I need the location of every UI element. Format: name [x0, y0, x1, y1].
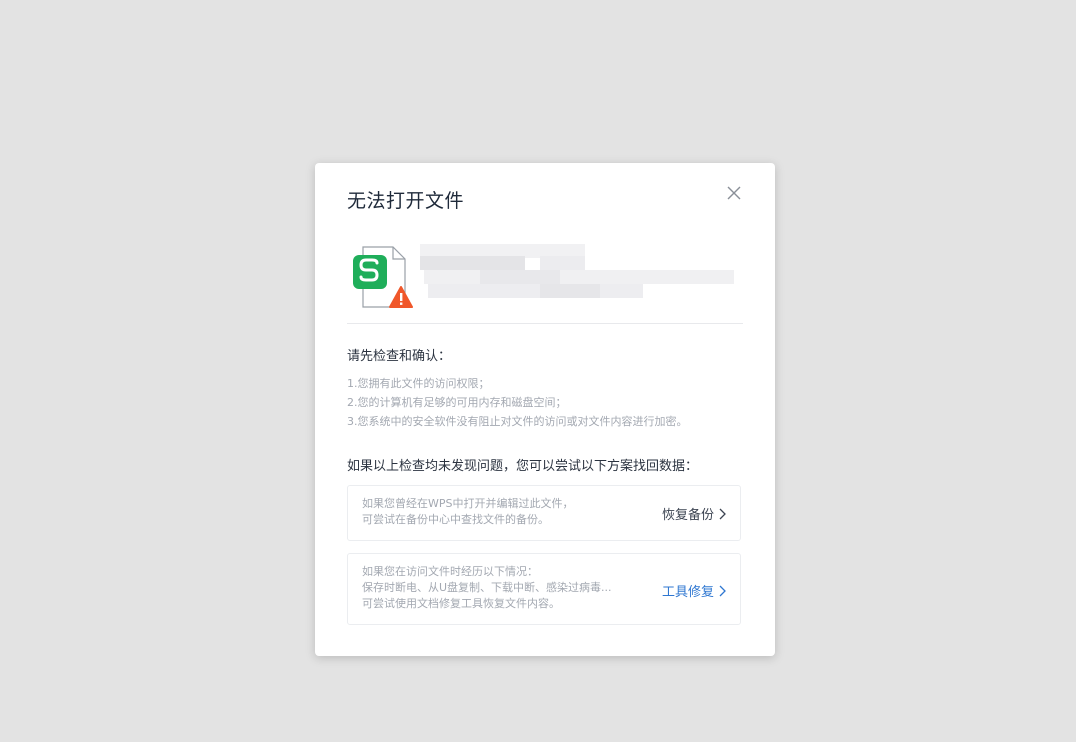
check-list: 1.您拥有此文件的访问权限； 2.您的计算机有足够的可用内存和磁盘空间； 3.您…: [347, 374, 688, 431]
check-item: 1.您拥有此文件的访问权限；: [347, 377, 490, 390]
backup-restore-card: 如果您曾经在WPS中打开并编辑过此文件， 可尝试在备份中心中查找文件的备份。 恢…: [347, 485, 741, 541]
repair-line: 保存时断电、从U盘复制、下载中断、感染过病毒...: [362, 581, 612, 594]
wps-spreadsheet-warning-icon: [351, 245, 413, 311]
backup-description: 如果您曾经在WPS中打开并编辑过此文件， 可尝试在备份中心中查找文件的备份。: [362, 496, 574, 528]
repair-line: 可尝试使用文档修复工具恢复文件内容。: [362, 597, 560, 610]
repair-description: 如果您在访问文件时经历以下情况： 保存时断电、从U盘复制、下载中断、感染过病毒.…: [362, 564, 612, 612]
chevron-right-icon: [719, 585, 726, 596]
tool-repair-label: 工具修复: [661, 585, 714, 600]
chevron-right-icon: [719, 508, 726, 519]
repair-line: 如果您在访问文件时经历以下情况：: [362, 565, 538, 578]
check-item: 2.您的计算机有足够的可用内存和磁盘空间；: [347, 396, 567, 409]
restore-backup-button[interactable]: 恢复备份: [662, 504, 726, 523]
tool-repair-card: 如果您在访问文件时经历以下情况： 保存时断电、从U盘复制、下载中断、感染过病毒.…: [347, 553, 741, 625]
backup-line: 可尝试在备份中心中查找文件的备份。: [362, 513, 549, 526]
check-heading: 请先检查和确认：: [347, 349, 452, 364]
restore-backup-label: 恢复备份: [661, 508, 714, 523]
check-item: 3.您系统中的安全软件没有阻止对文件的访问或对文件内容进行加密。: [347, 415, 688, 428]
blurred-file-path: [420, 244, 740, 304]
backup-line: 如果您曾经在WPS中打开并编辑过此文件，: [362, 497, 574, 510]
solution-heading: 如果以上检查均未发现问题，您可以尝试以下方案找回数据：: [347, 459, 699, 474]
dialog-title: 无法打开文件: [347, 190, 465, 212]
divider: [347, 323, 743, 324]
close-icon: [727, 186, 741, 200]
tool-repair-button[interactable]: 工具修复: [662, 581, 726, 600]
open-file-error-dialog: 无法打开文件 请先检查和确认： 1.您拥有此文件的访问权限； 2.您的计算机有足…: [315, 163, 775, 656]
file-info: [347, 241, 743, 323]
close-button[interactable]: [725, 184, 743, 202]
